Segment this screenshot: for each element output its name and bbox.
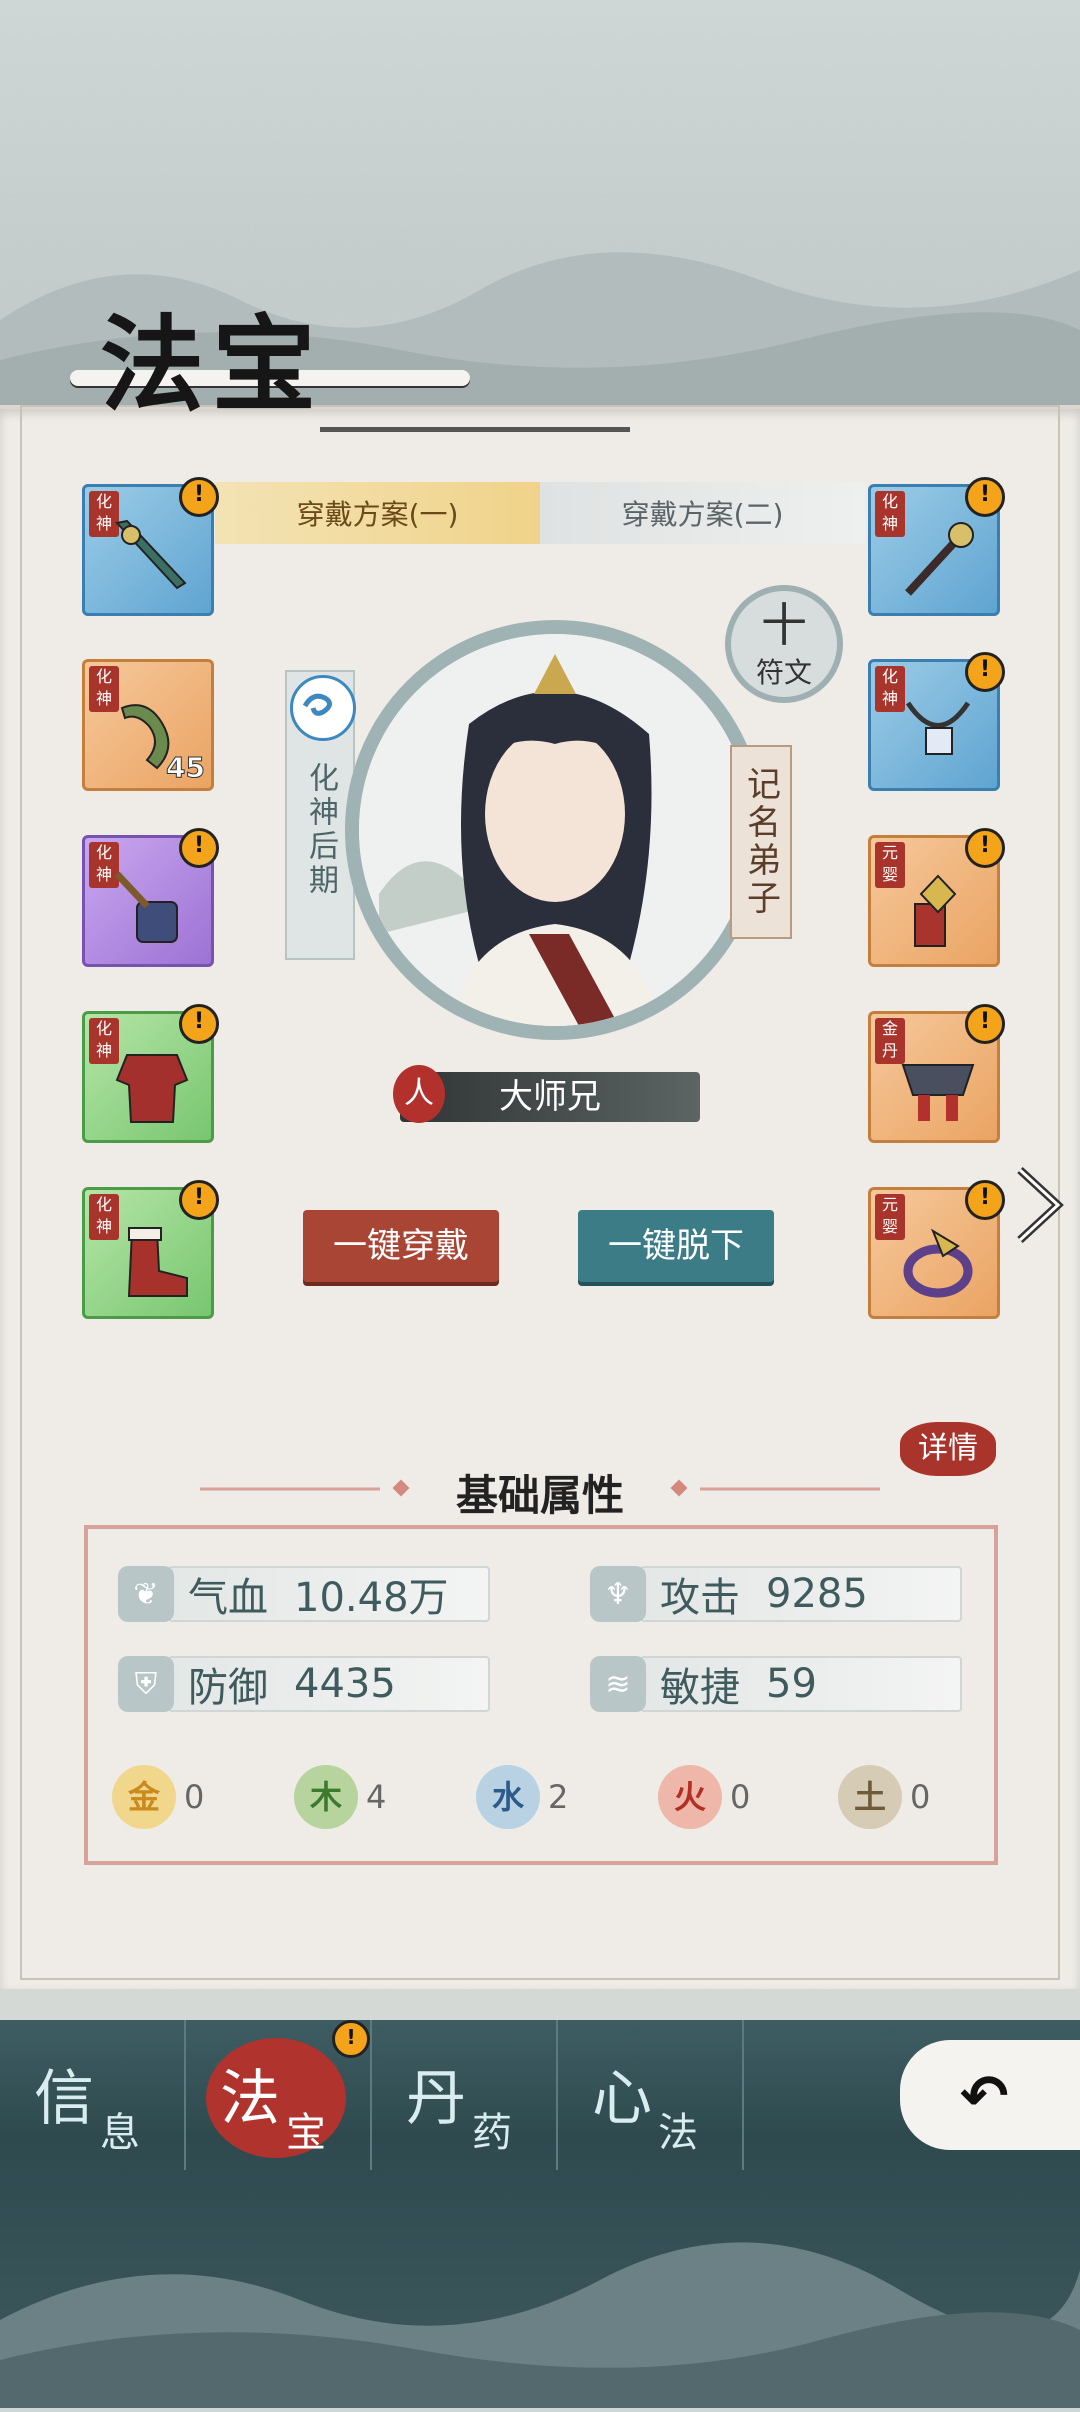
element-wood: 木 4 (294, 1765, 386, 1829)
element-value: 4 (366, 1778, 387, 1816)
rune-button[interactable]: 十 符文 (725, 585, 843, 703)
element-earth: 土 0 (838, 1765, 930, 1829)
shield-icon: ⛨ (118, 1656, 174, 1712)
element-value: 0 (730, 1778, 751, 1816)
alert-icon: ! (179, 1004, 219, 1044)
element-water: 水 2 (476, 1765, 568, 1829)
stat-attack: ♆ 攻击 9285 (590, 1566, 962, 1622)
back-arrow-icon: ↶ (960, 2062, 1009, 2130)
plus-icon: 十 (761, 598, 807, 652)
fire-element-icon: 火 (658, 1765, 722, 1829)
nav-big-char: 心 (592, 2064, 652, 2134)
equip-slot-right-3[interactable]: 元婴 ! (868, 828, 1005, 967)
element-value: 0 (910, 1778, 931, 1816)
fur-boots-icon (127, 1227, 188, 1297)
stat-label: 敏捷 (660, 1665, 740, 1711)
nav-pill[interactable]: 丹 药 (372, 2020, 558, 2170)
stat-value: 9285 (766, 1571, 868, 1617)
dragon-ring-icon (903, 1228, 973, 1298)
equip-slot-left-1[interactable]: 化神 ! (82, 477, 219, 616)
character-portrait (345, 620, 765, 1040)
element-metal: 金 0 (112, 1765, 204, 1829)
chevron-right-icon[interactable] (1010, 1160, 1070, 1250)
stat-value: 4435 (294, 1661, 396, 1707)
element-value: 0 (184, 1778, 205, 1816)
alert-icon: ! (179, 1180, 219, 1220)
equip-slot-left-4[interactable]: 化神 ! (82, 1004, 219, 1143)
stat-label: 气血 (188, 1575, 268, 1621)
earth-element-icon: 土 (838, 1765, 902, 1829)
nav-small-char: 药 (472, 2110, 512, 2156)
alert-icon: ! (965, 828, 1005, 868)
attack-icon: ♆ (590, 1566, 646, 1622)
element-fire: 火 0 (658, 1765, 750, 1829)
item-level: 45 (166, 751, 206, 785)
nav-big-char: 丹 (406, 2064, 466, 2134)
equip-slot-left-5[interactable]: 化神 ! (82, 1180, 219, 1319)
bottom-nav: 信 息 法 宝 丹 药 心 法 (0, 2020, 744, 2170)
agility-icon: ≋ (590, 1656, 646, 1712)
hairpin-icon (905, 522, 974, 596)
equip-slot-right-2[interactable]: 化神 ! (868, 652, 1005, 791)
nav-info[interactable]: 信 息 (0, 2020, 186, 2170)
rune-label: 符文 (755, 656, 812, 689)
alert-icon: ! (179, 477, 219, 517)
jade-sword-icon (115, 519, 187, 590)
equip-slot-right-4[interactable]: 金丹 ! (868, 1004, 1005, 1143)
blood-icon: ❦ (118, 1566, 174, 1622)
nav-small-char: 法 (658, 2110, 698, 2156)
belt-icon (901, 1064, 975, 1121)
nav-method[interactable]: 心 法 (558, 2020, 744, 2170)
tab-loadout-1[interactable]: 穿戴方案(一) (215, 482, 540, 544)
nav-small-char: 息 (100, 2110, 140, 2156)
equip-slot-left-3[interactable]: 化神 ! (82, 828, 219, 967)
equip-slot-right-1[interactable]: 化神 ! (868, 477, 1005, 616)
jade-necklace-icon (905, 701, 971, 755)
race-badge: 人 (393, 1065, 445, 1123)
stat-value: 59 (766, 1661, 817, 1707)
alert-icon: ! (965, 477, 1005, 517)
red-robe-icon (115, 1054, 189, 1123)
metal-element-icon: 金 (112, 1765, 176, 1829)
character-name: 大师兄 (400, 1072, 700, 1122)
nav-big-char: 法 (220, 2064, 280, 2134)
stat-agility: ≋ 敏捷 59 (590, 1656, 962, 1712)
equip-slot-right-5[interactable]: 元婴 ! (868, 1180, 1005, 1319)
water-element-icon: 水 (476, 1765, 540, 1829)
back-button[interactable]: ↶ (900, 2040, 1080, 2150)
stat-blood: ❦ 气血 10.48万 (118, 1566, 490, 1622)
equip-all-button[interactable]: 一键穿戴 (303, 1210, 499, 1282)
crystal-hammer-icon (114, 871, 178, 943)
alert-icon: ! (965, 1180, 1005, 1220)
detail-button[interactable]: 详情 (900, 1422, 996, 1476)
nav-small-char: 宝 (286, 2110, 326, 2156)
stat-value: 10.48万 (294, 1575, 449, 1621)
alert-icon: ! (965, 652, 1005, 692)
stat-label: 攻击 (660, 1575, 740, 1621)
title-underline-thin (320, 427, 630, 432)
stat-defense: ⛨ 防御 4435 (118, 1656, 490, 1712)
rank-label: 记名弟子 (740, 766, 781, 918)
nav-big-char: 信 (34, 2064, 94, 2134)
tab-loadout-2[interactable]: 穿戴方案(二) (540, 482, 865, 544)
alert-icon: ! (332, 2020, 370, 2058)
gem-bracer-icon (914, 874, 957, 947)
water-element-icon (290, 675, 356, 741)
page-title: 法宝 (100, 303, 325, 426)
loadout-tabs: 穿戴方案(一) 穿戴方案(二) (215, 482, 865, 544)
alert-icon: ! (965, 1004, 1005, 1044)
equip-slot-left-2[interactable]: 化神 45 (82, 659, 214, 791)
stat-label: 防御 (188, 1665, 268, 1711)
character-avatar (359, 634, 751, 1026)
element-value: 2 (548, 1778, 569, 1816)
realm-label: 化神后期 (303, 762, 338, 898)
unequip-all-button[interactable]: 一键脱下 (578, 1210, 774, 1282)
alert-icon: ! (179, 828, 219, 868)
wood-element-icon: 木 (294, 1765, 358, 1829)
rank-banner: 记名弟子 (730, 745, 792, 939)
